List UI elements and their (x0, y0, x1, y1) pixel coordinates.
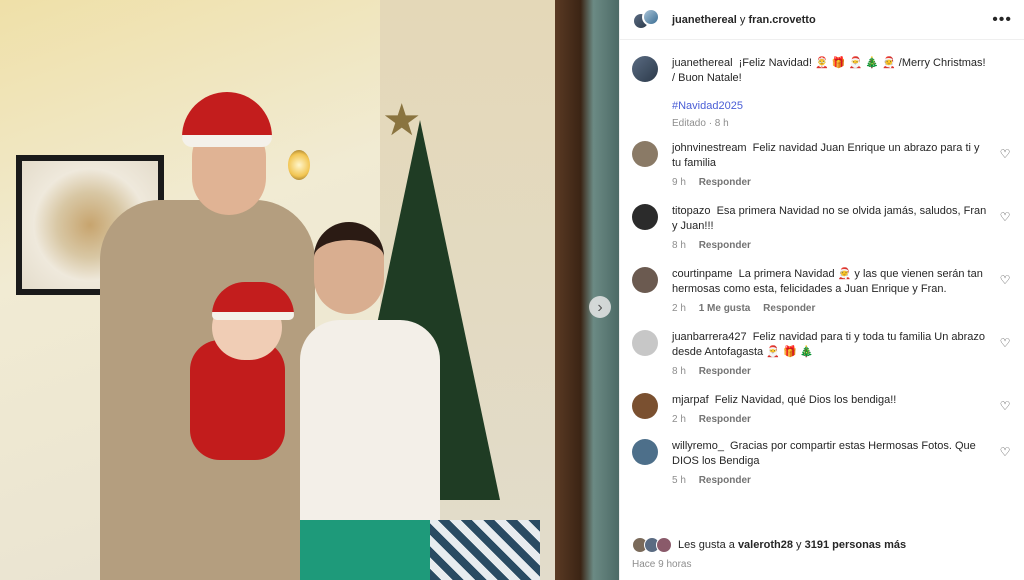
comments-panel: juanethereal y fran.crovetto ••• juaneth… (619, 0, 1024, 580)
post-photo: ★ › (0, 0, 619, 580)
comment-item: willyremo_ Gracias por compartir estas H… (632, 439, 1012, 486)
comment-item: johnvinestream Feliz navidad Juan Enriqu… (632, 141, 1012, 188)
heart-icon[interactable]: ♡ (998, 445, 1012, 459)
comment-username[interactable]: mjarpaf (672, 394, 709, 406)
comment-time: 2 h (672, 414, 686, 425)
post-header: juanethereal y fran.crovetto ••• (620, 0, 1024, 40)
likes-prefix: Les gusta a (678, 539, 735, 551)
likes-count[interactable]: 3191 personas más (805, 539, 907, 551)
collab-connector: y (739, 13, 746, 26)
comment-username[interactable]: willyremo_ (672, 440, 724, 452)
reply-button[interactable]: Responder (699, 240, 751, 251)
comment-time: 2 h (672, 303, 686, 314)
reply-button[interactable]: Responder (699, 177, 751, 188)
liker-avatars[interactable] (632, 537, 674, 553)
heart-icon[interactable]: ♡ (998, 147, 1012, 161)
author-username[interactable]: juanethereal (672, 14, 737, 26)
avatar[interactable] (632, 393, 658, 419)
avatar[interactable] (632, 330, 658, 356)
avatar[interactable] (632, 7, 662, 32)
heart-icon[interactable]: ♡ (998, 210, 1012, 224)
comment-time: 8 h (672, 240, 686, 251)
post-timestamp: Hace 9 horas (632, 559, 692, 570)
avatar[interactable] (632, 204, 658, 230)
comment-username[interactable]: johnvinestream (672, 142, 747, 154)
comment-item: titopazo Esa primera Navidad no se olvid… (632, 204, 1012, 251)
caption: juanethereal ¡Feliz Navidad! 🤶 🎁 🎅 🎄 🧑‍🎄… (632, 56, 1012, 129)
comment-username[interactable]: juanbarrera427 (672, 331, 747, 343)
comment-text: Feliz Navidad, qué Dios los bendiga!! (714, 394, 897, 406)
more-icon[interactable]: ••• (992, 11, 1012, 29)
comment-time: 9 h (672, 177, 686, 188)
avatar[interactable] (632, 141, 658, 167)
comment-username[interactable]: titopazo (672, 205, 711, 217)
comment-username[interactable]: courtinpame (672, 268, 733, 280)
avatar[interactable] (632, 267, 658, 293)
chevron-right-icon[interactable]: › (589, 296, 611, 318)
comment-item: courtinpame La primera Navidad 🧑‍🎄 y las… (632, 267, 1012, 314)
caption-username[interactable]: juanethereal (672, 57, 733, 69)
likes-connector: y (796, 539, 802, 551)
comment-text: Esa primera Navidad no se olvida jamás, … (672, 205, 987, 232)
hashtag-link[interactable]: #Navidad2025 (672, 100, 990, 112)
comment-time: 5 h (672, 475, 686, 486)
reply-button[interactable]: Responder (699, 414, 751, 425)
heart-icon[interactable]: ♡ (998, 273, 1012, 287)
heart-icon[interactable]: ♡ (998, 336, 1012, 350)
heart-icon[interactable]: ♡ (998, 399, 1012, 413)
comment-item: juanbarrera427 Feliz navidad para ti y t… (632, 330, 1012, 377)
comment-time: 8 h (672, 366, 686, 377)
reply-button[interactable]: Responder (763, 303, 815, 314)
post-footer: Les gusta a valeroth28 y 3191 personas m… (620, 531, 1024, 580)
comment-item: mjarpaf Feliz Navidad, qué Dios los bend… (632, 393, 1012, 425)
liker-username[interactable]: valeroth28 (738, 539, 793, 551)
caption-meta: Editado · 8 h (672, 118, 729, 129)
avatar[interactable] (632, 439, 658, 465)
reply-button[interactable]: Responder (699, 475, 751, 486)
comment-likes[interactable]: 1 Me gusta (699, 303, 751, 314)
collab-username[interactable]: fran.crovetto (748, 14, 815, 26)
avatar[interactable] (632, 56, 658, 82)
reply-button[interactable]: Responder (699, 366, 751, 377)
